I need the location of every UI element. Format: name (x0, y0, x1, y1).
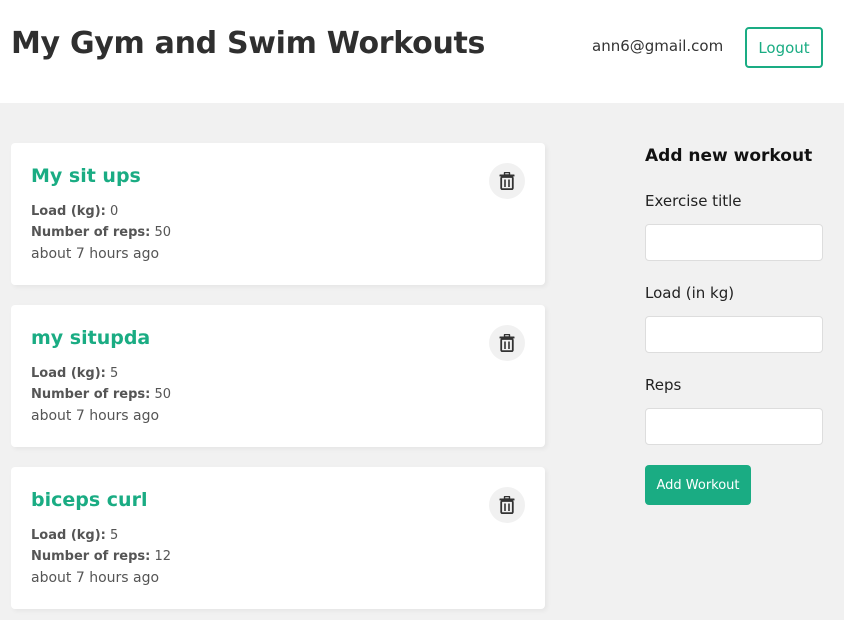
reps-label: Number of reps: (31, 225, 151, 240)
workout-title: my situpda (31, 327, 151, 349)
workout-title: biceps curl (31, 489, 148, 511)
workout-reps: Number of reps: 12 (31, 549, 171, 564)
trash-icon (499, 496, 515, 514)
navbar: My Gym and Swim Workouts ann6@gmail.com … (0, 0, 844, 103)
trash-icon (499, 172, 515, 190)
reps-label: Number of reps: (31, 549, 151, 564)
load-label: Load (kg): (31, 528, 106, 543)
workout-card: biceps curl Load (kg): 5 Number of reps:… (11, 467, 545, 609)
workout-reps: Number of reps: 50 (31, 225, 171, 240)
load-value: 0 (110, 204, 119, 219)
delete-workout-button[interactable] (489, 325, 525, 361)
workout-timestamp: about 7 hours ago (31, 570, 160, 586)
reps-label: Number of reps: (31, 387, 151, 402)
exercise-title-label: Exercise title (645, 192, 742, 210)
workout-card: my situpda Load (kg): 5 Number of reps: … (11, 305, 545, 447)
reps-value: 50 (154, 387, 172, 402)
workout-reps: Number of reps: 50 (31, 387, 171, 402)
load-value: 5 (110, 366, 119, 381)
site-title[interactable]: My Gym and Swim Workouts (11, 26, 485, 61)
exercise-title-input[interactable] (645, 224, 823, 261)
logout-button[interactable]: Logout (745, 27, 823, 68)
workout-load: Load (kg): 5 (31, 528, 118, 543)
add-workout-button[interactable]: Add Workout (645, 465, 751, 505)
form-title: Add new workout (645, 146, 813, 166)
workout-timestamp: about 7 hours ago (31, 246, 160, 262)
trash-icon (499, 334, 515, 352)
load-label: Load (kg): (31, 366, 106, 381)
user-email: ann6@gmail.com (592, 37, 724, 55)
workout-timestamp: about 7 hours ago (31, 408, 160, 424)
reps-value: 12 (154, 549, 172, 564)
workout-title: My sit ups (31, 165, 141, 187)
reps-label: Reps (645, 376, 682, 394)
workout-load: Load (kg): 0 (31, 204, 118, 219)
load-label: Load (in kg) (645, 284, 735, 302)
load-label: Load (kg): (31, 204, 106, 219)
load-input[interactable] (645, 316, 823, 353)
workout-load: Load (kg): 5 (31, 366, 118, 381)
delete-workout-button[interactable] (489, 487, 525, 523)
reps-value: 50 (154, 225, 172, 240)
delete-workout-button[interactable] (489, 163, 525, 199)
load-value: 5 (110, 528, 119, 543)
workout-card: My sit ups Load (kg): 0 Number of reps: … (11, 143, 545, 285)
reps-input[interactable] (645, 408, 823, 445)
